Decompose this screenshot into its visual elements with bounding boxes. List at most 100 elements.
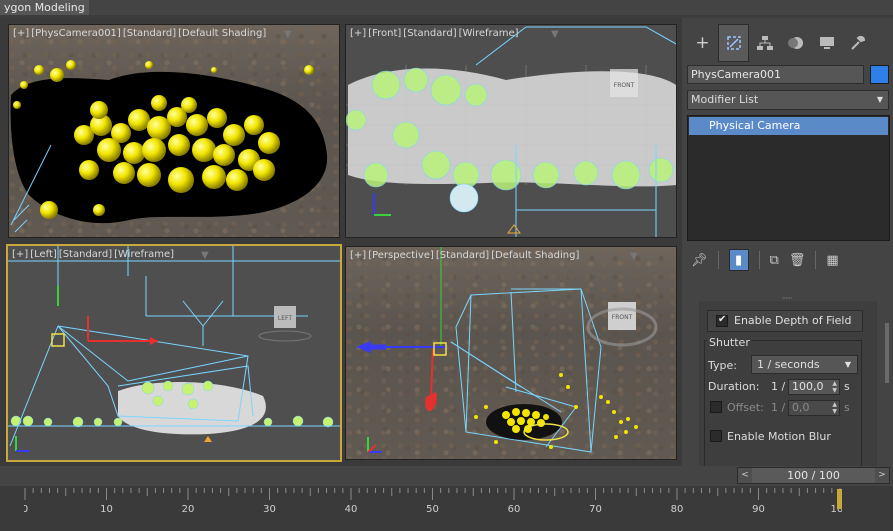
frame-tick-label: 40 — [345, 504, 358, 515]
hierarchy-icon[interactable] — [749, 24, 780, 62]
spinner-arrows-icon[interactable]: ▲ ▼ — [832, 401, 837, 415]
viewport-shading-label[interactable]: [Wireframe] — [114, 249, 174, 260]
front-scene: FRONT — [346, 25, 676, 237]
viewport-menu[interactable]: [+] — [350, 28, 366, 39]
chevron-down-icon: ▼ — [876, 95, 883, 104]
ribbon-tab[interactable]: ygon Modeling — [0, 0, 89, 15]
make-unique-icon[interactable]: ⧉ — [770, 253, 779, 268]
stack-toolbar: 📌︎ ▮ ⧉ 🗑︎ ▦ — [687, 248, 889, 272]
frame-tick-label: 30 — [263, 504, 276, 515]
frame-tick-label: 50 — [426, 504, 439, 515]
viewcube-label: LEFT — [278, 315, 292, 322]
duration-value: 100,0 — [792, 380, 824, 393]
viewport-quality-label[interactable]: [Standard] — [123, 28, 176, 39]
viewport-quality-label[interactable]: [Standard] — [403, 28, 456, 39]
enable-dof-row[interactable]: Enable Depth of Field — [707, 310, 863, 332]
offset-checkbox[interactable] — [710, 401, 722, 413]
filter-icon[interactable]: ▼ — [201, 250, 209, 261]
viewcube-label: FRONT — [612, 314, 633, 321]
viewport-pov-label[interactable]: [PhysCamera001] — [31, 28, 121, 39]
perspective-scene: FRONT — [356, 247, 658, 453]
create-icon[interactable]: + — [687, 24, 718, 62]
offset-prefix: 1 / — [771, 401, 786, 414]
current-frame-marker[interactable] — [837, 489, 842, 509]
enable-dof-label: Enable Depth of Field — [734, 314, 852, 327]
filter-icon[interactable]: ▼ — [284, 29, 292, 40]
viewport-left-label[interactable]: [+] [Left] [Standard] [Wireframe] — [12, 249, 176, 260]
viewport-left[interactable]: [+] [Left] [Standard] [Wireframe] ▼ LEFT — [6, 244, 342, 462]
viewport-menu[interactable]: [+] — [13, 28, 29, 39]
shutter-type-value: 1 / seconds — [757, 358, 820, 371]
duration-prefix: 1 / — [771, 380, 786, 393]
track-bar[interactable]: 0102030405060708090100 — [0, 486, 893, 531]
prev-frame-button[interactable]: < — [738, 468, 752, 483]
viewport-shading-label[interactable]: [Default Shading] — [491, 250, 579, 261]
frame-tick-label: 20 — [182, 504, 195, 515]
duration-unit: s — [844, 380, 850, 393]
show-end-result-icon[interactable]: ▮ — [728, 249, 749, 271]
left-scene: LEFT — [8, 246, 340, 460]
configure-modifier-sets-icon[interactable]: ▦ — [826, 253, 838, 268]
frame-tick-label: 10 — [100, 504, 113, 515]
viewport-camera-label[interactable]: [+] [PhysCamera001] [Standard] [Default Sha… — [13, 28, 268, 39]
viewport-quality-label[interactable]: [Standard] — [436, 250, 489, 261]
viewport-pov-label[interactable]: [Perspective] — [368, 250, 434, 261]
motion-blur-label: Enable Motion Blur — [727, 430, 831, 443]
viewport-camera[interactable]: [+] [PhysCamera001] [Standard] [Default Sha… — [8, 24, 340, 238]
frame-tick-label: 80 — [671, 504, 684, 515]
divider — [758, 251, 760, 269]
motion-blur-checkbox[interactable] — [710, 430, 722, 442]
next-frame-button[interactable]: > — [875, 468, 889, 483]
chevron-down-icon: ▼ — [844, 360, 851, 369]
utilities-icon[interactable] — [842, 24, 873, 62]
viewport-perspective-label[interactable]: [+] [Perspective] [Standard] [Default Shadi… — [350, 250, 581, 261]
modify-icon[interactable] — [718, 24, 749, 62]
remove-modifier-icon[interactable]: 🗑︎ — [789, 253, 806, 268]
viewport-quality-label[interactable]: [Standard] — [59, 249, 112, 260]
viewport-pov-label[interactable]: [Left] — [30, 249, 57, 260]
object-color-swatch[interactable] — [870, 65, 889, 84]
offset-value: 0,0 — [792, 401, 810, 414]
viewport-shading-label[interactable]: [Wireframe] — [459, 28, 519, 39]
display-icon[interactable] — [811, 24, 842, 62]
command-panel-tabs: + — [687, 24, 887, 62]
frame-tick-label: 70 — [589, 504, 602, 515]
pin-stack-icon[interactable]: 📌︎ — [691, 253, 708, 268]
modifier-stack[interactable]: Physical Camera — [687, 115, 890, 241]
spinner-arrows-icon[interactable]: ▲ ▼ — [832, 380, 837, 394]
frame-ruler[interactable]: 0102030405060708090100 — [24, 486, 842, 531]
viewport-pov-label[interactable]: [Front] — [368, 28, 401, 39]
viewport-menu[interactable]: [+] — [12, 249, 28, 260]
duration-spinner[interactable]: 100,0 ▲ ▼ — [788, 379, 840, 395]
offset-spinner[interactable]: 0,0 ▲ ▼ — [788, 400, 840, 416]
modifier-list-dropdown[interactable]: Modifier List ▼ — [687, 90, 889, 110]
offset-unit: s — [844, 401, 850, 414]
time-slider[interactable]: < 100 / 100 > — [737, 467, 890, 484]
shutter-type-dropdown[interactable]: 1 / seconds ▼ — [751, 355, 858, 374]
enable-dof-checkbox[interactable] — [716, 314, 728, 327]
motion-icon[interactable] — [780, 24, 811, 62]
shutter-type-label: Type: — [708, 359, 737, 372]
divider — [815, 251, 817, 269]
object-name-field[interactable]: PhysCamera001 — [687, 65, 864, 84]
divider — [717, 251, 719, 269]
modifier-list-label: Modifier List — [691, 93, 759, 106]
viewcube-label: FRONT — [614, 82, 635, 89]
viewport-front-label[interactable]: [+] [Front] [Standard] [Wireframe] — [350, 28, 521, 39]
viewport-menu[interactable]: [+] — [350, 250, 366, 261]
viewport-area: [+] [PhysCamera001] [Standard] [Default Sha… — [0, 18, 682, 466]
command-panel-scrollbar[interactable] — [885, 323, 889, 383]
3dsmax-window: ygon Modeling [+] [PhysCamera001] [Standar… — [0, 0, 893, 531]
stack-item-physical-camera[interactable]: Physical Camera — [689, 117, 888, 135]
viewport-front[interactable]: [+] [Front] [Standard] [Wireframe] ▼ FRO… — [345, 24, 677, 238]
filter-icon[interactable]: ▼ — [551, 29, 559, 40]
duration-label: Duration: — [708, 380, 760, 393]
viewport-perspective[interactable]: [+] [Perspective] [Standard] [Default Shadi… — [345, 246, 677, 460]
filter-icon[interactable]: ▼ — [630, 251, 638, 262]
frame-tick-label: 0 — [24, 504, 28, 515]
viewport-shading-label[interactable]: [Default Shading] — [178, 28, 266, 39]
frame-tick-label: 90 — [752, 504, 765, 515]
frame-tick-label: 60 — [508, 504, 521, 515]
offset-label: Offset: — [727, 401, 764, 414]
camera-scene — [10, 60, 328, 233]
